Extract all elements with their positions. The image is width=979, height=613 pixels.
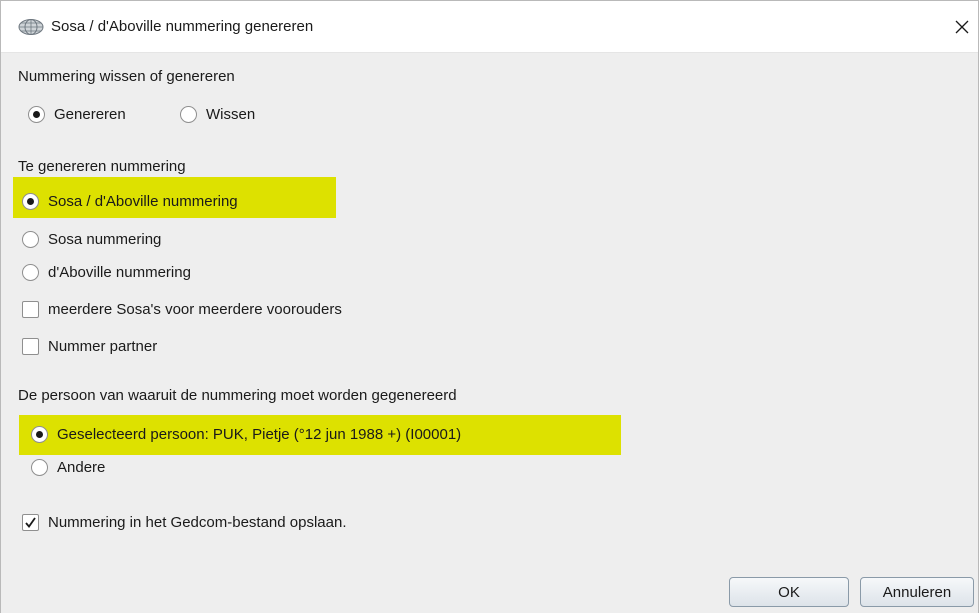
checkbox-multiple-sosa-box xyxy=(22,300,39,318)
window-title: Sosa / d'Aboville nummering genereren xyxy=(51,18,314,35)
radio-sosa-label: Sosa nummering xyxy=(48,230,162,248)
radio-sosa-indicator xyxy=(22,230,39,248)
radio-sosa-aboville-label: Sosa / d'Aboville nummering xyxy=(48,192,238,210)
dialog-content: Nummering wissen of genereren Genereren … xyxy=(1,53,978,613)
radio-other-person-indicator xyxy=(31,458,48,476)
radio-sosa-aboville-indicator xyxy=(22,192,39,210)
checkbox-save-gedcom-box xyxy=(22,513,39,531)
radio-selected-person-indicator xyxy=(31,425,48,443)
close-button[interactable] xyxy=(948,13,976,41)
checkbox-save-gedcom-label: Nummering in het Gedcom-bestand opslaan. xyxy=(48,513,347,531)
checkbox-partner-number-box xyxy=(22,337,39,355)
mode-group-label: Nummering wissen of genereren xyxy=(18,68,235,85)
radio-other-person-label: Andere xyxy=(57,458,106,476)
radio-generate-label: Genereren xyxy=(54,105,126,123)
radio-clear-label: Wissen xyxy=(206,105,256,123)
radio-aboville-indicator xyxy=(22,263,39,281)
radio-other-person[interactable]: Andere xyxy=(31,456,105,478)
globe-icon xyxy=(18,18,44,36)
dialog-window: Sosa / d'Aboville nummering genereren Nu… xyxy=(0,0,979,613)
checkbox-save-gedcom[interactable]: Nummering in het Gedcom-bestand opslaan. xyxy=(22,511,347,533)
checkmark-icon xyxy=(25,516,36,528)
radio-clear-indicator xyxy=(180,105,197,123)
title-bar: Sosa / d'Aboville nummering genereren xyxy=(1,1,978,53)
radio-aboville[interactable]: d'Aboville nummering xyxy=(22,261,191,283)
radio-selected-person-label: Geselecteerd persoon: PUK, Pietje (°12 j… xyxy=(57,425,462,443)
checkbox-multiple-sosa-label: meerdere Sosa's voor meerdere voorouders xyxy=(48,300,342,318)
checkbox-partner-number[interactable]: Nummer partner xyxy=(22,335,157,357)
close-icon xyxy=(955,20,969,34)
radio-aboville-label: d'Aboville nummering xyxy=(48,263,191,281)
radio-generate-indicator xyxy=(28,105,45,123)
cancel-button[interactable]: Annuleren xyxy=(860,577,974,607)
ok-button[interactable]: OK xyxy=(729,577,849,607)
radio-generate[interactable]: Genereren xyxy=(28,103,126,125)
radio-clear[interactable]: Wissen xyxy=(180,103,255,125)
radio-sosa-aboville[interactable]: Sosa / d'Aboville nummering xyxy=(22,190,238,212)
checkbox-partner-number-label: Nummer partner xyxy=(48,337,158,355)
type-group-label: Te genereren nummering xyxy=(18,158,186,175)
radio-sosa[interactable]: Sosa nummering xyxy=(22,228,161,250)
checkbox-multiple-sosa[interactable]: meerdere Sosa's voor meerdere voorouders xyxy=(22,298,342,320)
person-group-label: De persoon van waaruit de nummering moet… xyxy=(18,387,457,404)
radio-selected-person[interactable]: Geselecteerd persoon: PUK, Pietje (°12 j… xyxy=(31,423,461,445)
